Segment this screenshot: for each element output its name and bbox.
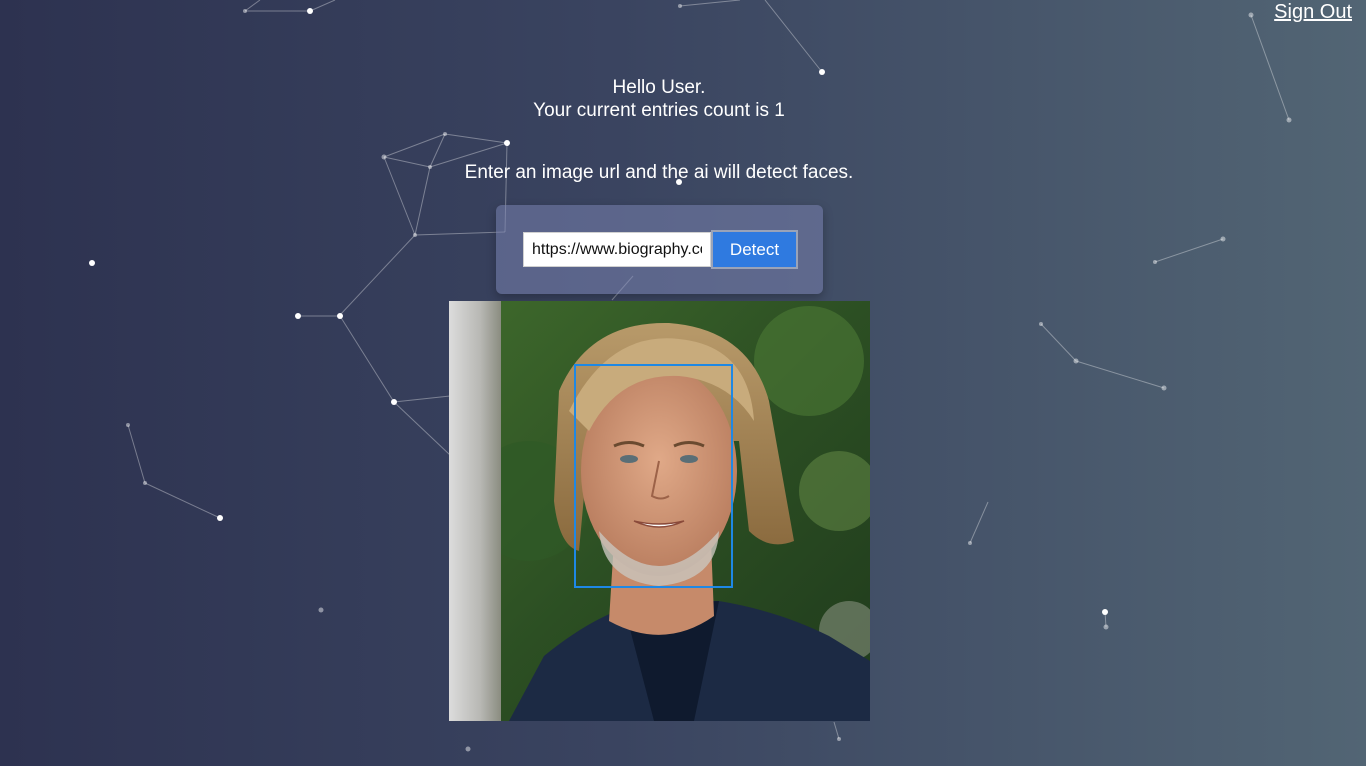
image-link-form: Detect	[496, 205, 823, 294]
instructions-text: Enter an image url and the ai will detec…	[464, 162, 854, 183]
user-rank: Hello User. Your current entries count i…	[0, 76, 1318, 122]
sign-out-link[interactable]: Sign Out	[1274, 0, 1352, 24]
face-recognition-output	[449, 301, 870, 721]
face-bounding-box	[574, 364, 733, 588]
greeting-text: Hello User.	[612, 77, 706, 98]
image-url-input[interactable]	[523, 232, 711, 267]
entries-count-text: Your current entries count is 1	[533, 100, 785, 121]
top-navigation: Sign Out	[1274, 0, 1352, 24]
detect-button[interactable]: Detect	[711, 230, 798, 269]
